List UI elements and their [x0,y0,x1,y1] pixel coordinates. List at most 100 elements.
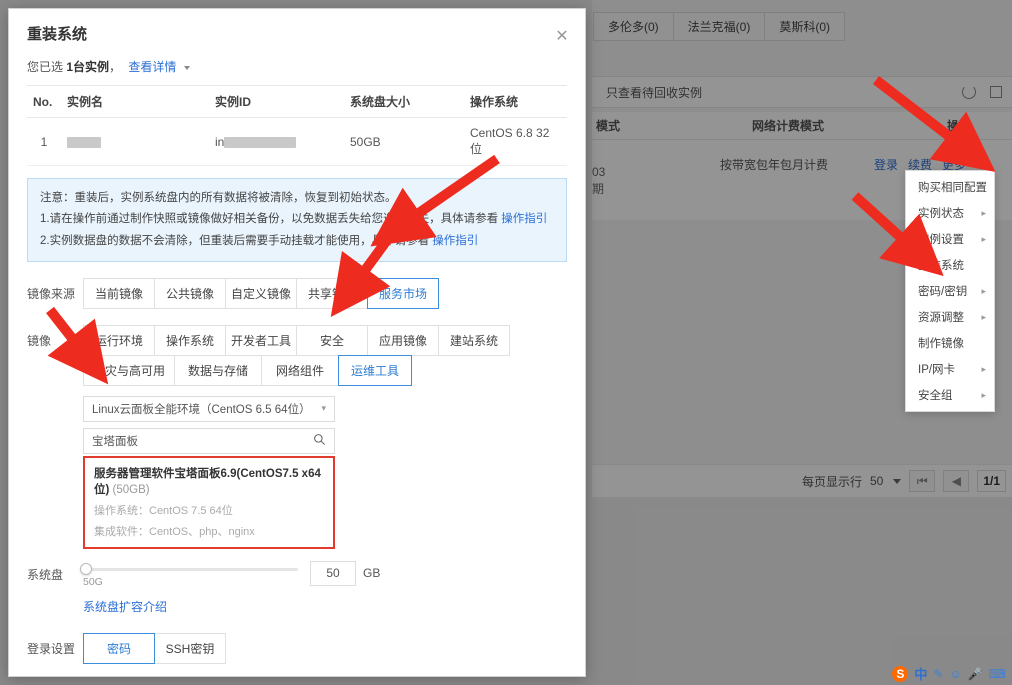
image-category-tabs-row1: 运行环境 操作系统 开发者工具 安全 应用镜像 建站系统 [83,324,567,356]
login-settings-label: 登录设置 [27,641,76,656]
menu-item-create-image[interactable]: 制作镜像 [906,330,994,356]
tab-shared-image[interactable]: 共享镜像 [296,277,368,309]
slider-tick-labels: 50G [83,576,298,588]
keyboard-icon[interactable]: ⌨ [989,667,1006,681]
cell-instance-name [61,117,209,166]
chevron-right-icon: ▸ [981,363,986,374]
image-control: 运行环境 操作系统 开发者工具 安全 应用镜像 建站系统 容灾与高可用 数据与存… [83,324,567,549]
chevron-right-icon: ▸ [981,285,986,296]
emoji-icon[interactable]: ☺ [949,667,961,681]
suggestion-size: (50GB) [112,483,150,496]
image-select-dropdown[interactable]: Linux云面板全能环境（CentOS 6.5 64位） ▾ [83,395,335,422]
view-detail-link[interactable]: 查看详情 [128,60,176,74]
instance-table-header-row: No. 实例名 实例ID 系统盘大小 操作系统 [27,85,567,118]
tab-website-system[interactable]: 建站系统 [438,324,510,356]
notice-line-0: 注意：重装后，实例系统盘内的所有数据将被清除，恢复到初始状态。 [40,192,397,204]
image-source-tabs: 当前镜像 公共镜像 自定义镜像 共享镜像 服务市场 [83,277,567,309]
notice-guide-link-2[interactable]: 操作指引 [432,235,478,247]
image-category-tabs-row2: 容灾与高可用 数据与存储 网络组件 运维工具 [83,354,567,386]
chevron-right-icon: ▸ [981,233,986,244]
instance-id-prefix: in [215,134,225,149]
tab-data-storage[interactable]: 数据与存储 [174,354,262,386]
tab-network-components[interactable]: 网络组件 [261,354,339,386]
search-icon-svg [314,433,325,445]
menu-item-ip-nic[interactable]: IP/网卡 ▸ [906,356,994,382]
th-no: No. [27,85,61,118]
search-icon[interactable] [313,433,326,449]
th-disk-size: 系统盘大小 [344,85,464,118]
notice-line-1-text: 1.请在操作前通过制作快照或镜像做好相关备份，以免数据丢失给您造成损失，具体请参… [40,213,499,226]
close-icon[interactable]: ✕ [553,29,571,47]
cell-disk-size: 50GB [344,117,464,166]
menu-item-buy-same-config[interactable]: 购买相同配置 [906,174,994,200]
suggestion-os: 操作系统：CentOS 7.5 64位 [94,504,233,517]
tab-operating-system[interactable]: 操作系统 [154,324,226,356]
tab-password[interactable]: 密码 [83,632,155,664]
tab-application-image[interactable]: 应用镜像 [367,324,439,356]
tab-disaster-recovery[interactable]: 容灾与高可用 [83,354,175,386]
system-disk-label: 系统盘 [27,567,64,582]
system-disk-slider-row: 50G 50 GB [80,559,567,588]
chevron-right-icon: ▸ [981,389,986,400]
image-source-control: 当前镜像 公共镜像 自定义镜像 共享镜像 服务市场 [83,277,567,309]
th-instance-id: 实例ID [209,85,344,118]
notice-line-2: 2.实例数据盘的数据不会清除，但重装后需要手动挂载才能使用，具体请参看 操作指引 [40,231,554,252]
selected-instance-table: No. 实例名 实例ID 系统盘大小 操作系统 1 in 50GB CentOS… [27,85,567,166]
cell-os: CentOS 6.8 32位 [464,117,567,166]
sogou-logo-icon[interactable]: S [892,665,909,682]
slider-rail[interactable] [80,562,298,575]
pen-icon[interactable]: ✎ [933,667,943,681]
menu-label: 资源调整 [918,312,964,324]
menu-item-security-group[interactable]: 安全组 ▸ [906,382,994,408]
tab-ops-tools[interactable]: 运维工具 [338,354,412,386]
table-row: 1 in 50GB CentOS 6.8 32位 [27,117,567,166]
reinstall-system-dialog: 重装系统 ✕ 您已选 1台实例， 查看详情 No. 实例名 实例ID 系统盘大小… [8,8,586,677]
notice-line-2-text: 2.实例数据盘的数据不会清除，但重装后需要手动挂载才能使用，具体请参看 [40,234,430,247]
menu-item-instance-status[interactable]: 实例状态 ▸ [906,200,994,226]
notice-line-1: 1.请在操作前通过制作快照或镜像做好相关备份，以免数据丢失给您造成损失，具体请参… [40,209,554,230]
tab-service-market[interactable]: 服务市场 [367,277,439,309]
cell-instance-id: in [209,117,344,166]
menu-label: 购买相同配置 [918,182,987,194]
image-search-suggestion[interactable]: 服务器管理软件宝塔面板6.9(CentOS7.5 x64位) (50GB) 操作… [83,455,335,549]
menu-item-reinstall-system[interactable]: 重装系统 [906,252,994,278]
chevron-down-icon[interactable] [183,65,190,70]
tab-developer-tools[interactable]: 开发者工具 [225,324,297,356]
chevron-down-icon: ▾ [321,403,326,414]
tab-runtime-env[interactable]: 运行环境 [83,324,155,356]
system-disk-control: 50G 50 GB 系统盘扩容介绍 [80,559,567,615]
chinese-mode-icon[interactable]: 中 [914,664,927,683]
menu-label: 安全组 [918,390,953,402]
disk-slider[interactable]: 50G [80,559,298,588]
slider-handle[interactable] [80,562,92,575]
ime-toolbar: S 中 ✎ ☺ 🎤 ⌨ [892,664,1006,683]
login-settings-row: 登录设置 密码 SSH密钥 [27,632,567,664]
tab-public-image[interactable]: 公共镜像 [154,277,226,309]
redacted-instance-name [67,136,101,148]
reinstall-warning-notice: 注意：重装后，实例系统盘内的所有数据将被清除，恢复到初始状态。 1.请在操作前通… [27,178,567,262]
tab-ssh-key[interactable]: SSH密钥 [154,632,226,664]
th-instance-name: 实例名 [61,85,209,118]
image-search-value: 宝塔面板 [92,435,138,448]
tab-custom-image[interactable]: 自定义镜像 [225,277,297,309]
notice-guide-link-1[interactable]: 操作指引 [501,213,547,225]
image-select-value: Linux云面板全能环境（CentOS 6.5 64位） [92,403,311,416]
image-label: 镜像 [27,333,52,348]
image-search-box[interactable]: 宝塔面板 [83,427,335,454]
disk-expand-guide-link[interactable]: 系统盘扩容介绍 [83,598,167,615]
disk-size-input[interactable]: 50 [310,560,356,586]
menu-label: 重装系统 [918,260,964,272]
image-source-label: 镜像来源 [27,286,76,301]
tab-security[interactable]: 安全 [296,324,368,356]
login-settings-control: 密码 SSH密钥 [83,632,567,664]
menu-label: 实例设置 [918,234,964,246]
mic-icon[interactable]: 🎤 [968,667,983,681]
menu-label: 密码/密钥 [918,286,968,298]
menu-item-resource-adjust[interactable]: 资源调整 ▸ [906,304,994,330]
suggestion-title-line: 服务器管理软件宝塔面板6.9(CentOS7.5 x64位) (50GB) [94,465,324,497]
menu-item-password-key[interactable]: 密码/密钥 ▸ [906,278,994,304]
menu-label: 制作镜像 [918,338,964,350]
disk-size-unit: GB [363,566,381,581]
menu-item-instance-settings[interactable]: 实例设置 ▸ [906,226,994,252]
tab-current-image[interactable]: 当前镜像 [83,277,155,309]
